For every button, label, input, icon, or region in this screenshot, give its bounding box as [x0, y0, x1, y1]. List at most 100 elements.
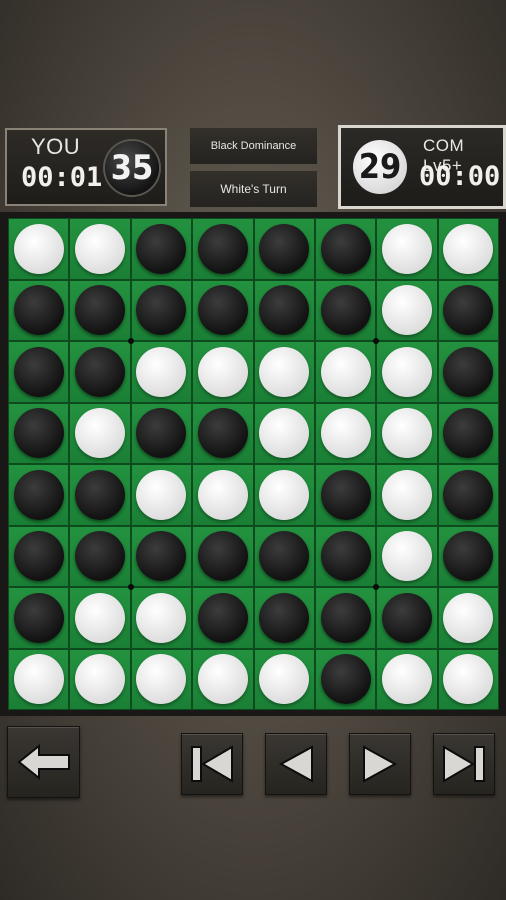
board-cell[interactable]	[253, 587, 315, 649]
board-cell[interactable]	[253, 279, 315, 341]
board-cell[interactable]	[192, 341, 254, 403]
white-disc	[136, 469, 187, 520]
board-star-point	[127, 338, 134, 344]
skip-to-end-icon	[443, 745, 485, 783]
board-cell[interactable]	[253, 402, 315, 464]
board-cell[interactable]	[192, 525, 254, 587]
board-cell[interactable]	[376, 587, 438, 649]
black-disc	[320, 469, 371, 520]
board-cell[interactable]	[8, 341, 70, 403]
player-disc-count: 35	[105, 141, 159, 195]
black-disc	[320, 223, 371, 274]
board-cell[interactable]	[192, 464, 254, 526]
board-cell[interactable]	[253, 464, 315, 526]
board-cell[interactable]	[192, 587, 254, 649]
board-cell[interactable]	[314, 402, 377, 464]
board-cell[interactable]	[130, 279, 193, 341]
board-cell[interactable]	[253, 525, 315, 587]
board-cell[interactable]	[69, 341, 131, 403]
black-disc	[443, 469, 494, 520]
board-cell[interactable]	[437, 218, 499, 280]
board-cell[interactable]	[314, 279, 377, 341]
board-cell[interactable]	[437, 648, 499, 710]
board-cell[interactable]	[192, 279, 254, 341]
black-disc	[75, 531, 126, 582]
board-cell[interactable]	[8, 218, 70, 280]
board-cell[interactable]	[8, 648, 70, 710]
next-move-button[interactable]	[349, 733, 411, 795]
board-cell[interactable]	[69, 279, 131, 341]
board-cell[interactable]	[376, 218, 438, 280]
board-cell[interactable]	[437, 464, 499, 526]
white-disc	[259, 408, 310, 459]
white-disc	[443, 223, 494, 274]
board-cell[interactable]	[130, 464, 193, 526]
white-disc	[381, 654, 432, 705]
board-cell[interactable]	[69, 648, 131, 710]
board-cell[interactable]	[437, 341, 499, 403]
board-cell[interactable]	[130, 525, 193, 587]
board-cell[interactable]	[192, 402, 254, 464]
board-cell[interactable]	[8, 464, 70, 526]
board-cell[interactable]	[376, 464, 438, 526]
white-disc	[259, 469, 310, 520]
black-disc	[197, 592, 248, 643]
board-cell[interactable]	[192, 648, 254, 710]
board-cell[interactable]	[253, 648, 315, 710]
board-cell[interactable]	[314, 587, 377, 649]
white-disc	[75, 654, 126, 705]
board-cell[interactable]	[130, 587, 193, 649]
board-cell[interactable]	[437, 525, 499, 587]
board-cell[interactable]	[437, 279, 499, 341]
board-cell[interactable]	[376, 279, 438, 341]
board-cell[interactable]	[130, 402, 193, 464]
board-cell[interactable]	[253, 218, 315, 280]
board-cell[interactable]	[130, 648, 193, 710]
board-cell[interactable]	[376, 648, 438, 710]
board-cell[interactable]	[192, 218, 254, 280]
white-disc	[75, 223, 126, 274]
board-cell[interactable]	[314, 525, 377, 587]
previous-move-button[interactable]	[265, 733, 327, 795]
board-cell[interactable]	[437, 587, 499, 649]
board-cell[interactable]	[437, 402, 499, 464]
last-move-button[interactable]	[433, 733, 495, 795]
board-cell[interactable]	[130, 341, 193, 403]
white-disc	[381, 531, 432, 582]
black-disc	[136, 408, 187, 459]
black-disc	[443, 346, 494, 397]
board-cell[interactable]	[314, 464, 377, 526]
black-disc	[320, 592, 371, 643]
black-disc	[320, 654, 371, 705]
board-cell[interactable]	[376, 525, 438, 587]
black-disc	[197, 223, 248, 274]
board-cell[interactable]	[376, 341, 438, 403]
black-disc	[136, 223, 187, 274]
board-cell[interactable]	[314, 341, 377, 403]
board-cell[interactable]	[253, 341, 315, 403]
board-cell[interactable]	[69, 525, 131, 587]
board-cell[interactable]	[8, 587, 70, 649]
board-cell[interactable]	[376, 402, 438, 464]
board-cell[interactable]	[314, 218, 377, 280]
first-move-button[interactable]	[181, 733, 243, 795]
white-disc	[381, 346, 432, 397]
board-cell[interactable]	[8, 402, 70, 464]
board-cell[interactable]	[69, 587, 131, 649]
board-cell[interactable]	[8, 525, 70, 587]
black-disc	[381, 592, 432, 643]
board-cell[interactable]	[69, 464, 131, 526]
black-disc	[13, 531, 64, 582]
board-cell[interactable]	[8, 279, 70, 341]
board-cell[interactable]	[314, 648, 377, 710]
white-disc	[136, 654, 187, 705]
white-disc	[197, 346, 248, 397]
board-cell[interactable]	[69, 218, 131, 280]
white-disc	[381, 285, 432, 336]
board-cell[interactable]	[69, 402, 131, 464]
game-board	[8, 218, 499, 710]
board-cell[interactable]	[130, 218, 193, 280]
back-button[interactable]	[7, 726, 80, 798]
white-disc	[13, 223, 64, 274]
white-disc	[259, 654, 310, 705]
